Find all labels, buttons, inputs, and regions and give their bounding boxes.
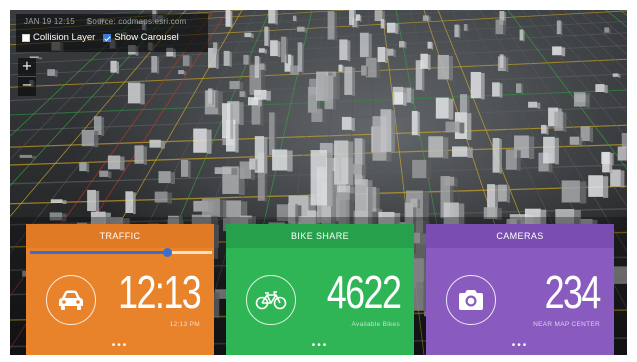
traffic-card[interactable]: TRAFFIC 12:13 12:13 PM ••• bbox=[26, 224, 214, 355]
car-icon bbox=[59, 290, 83, 310]
traffic-time-value: 12:13 bbox=[118, 266, 202, 318]
cameras-card[interactable]: CAMERAS 234 NEAR MAP CENTER ••• bbox=[426, 224, 614, 355]
app-frame: JAN 19 12:15 Source: codmaps.esri.com Col… bbox=[10, 10, 627, 355]
zoom-out-button[interactable]: − bbox=[18, 77, 36, 96]
camera-icon bbox=[459, 290, 483, 310]
available-bikes-value: 4622 bbox=[326, 266, 401, 318]
bicycle-icon bbox=[255, 291, 287, 310]
bike-icon-circle bbox=[246, 275, 296, 325]
info-carousel: TRAFFIC 12:13 12:13 PM ••• BIKE SHARE 46… bbox=[10, 217, 627, 355]
show-carousel-checkbox[interactable] bbox=[103, 33, 112, 42]
collision-layer-label: Collision Layer bbox=[33, 32, 96, 43]
data-source: Source: codmaps.esri.com bbox=[86, 17, 187, 26]
available-bikes-caption: Available Bikes bbox=[351, 321, 400, 328]
bike-share-card[interactable]: BIKE SHARE 4622 Available Bikes ••• bbox=[226, 224, 414, 355]
collision-layer-checkbox[interactable] bbox=[22, 33, 30, 42]
bike-share-card-title: BIKE SHARE bbox=[226, 224, 414, 248]
time-slider[interactable] bbox=[30, 248, 212, 257]
cameras-count-value: 234 bbox=[544, 266, 602, 318]
map-header: JAN 19 12:15 Source: codmaps.esri.com bbox=[24, 17, 186, 26]
camera-icon-circle bbox=[446, 275, 496, 325]
bike-share-more-icon[interactable]: ••• bbox=[226, 341, 414, 351]
show-carousel-toggle[interactable]: Show Carousel bbox=[103, 32, 179, 43]
cameras-card-title: CAMERAS bbox=[426, 224, 614, 248]
cameras-more-icon[interactable]: ••• bbox=[426, 341, 614, 351]
zoom-in-button[interactable]: + bbox=[18, 58, 36, 77]
show-carousel-label: Show Carousel bbox=[114, 32, 179, 43]
traffic-icon-circle bbox=[46, 275, 96, 325]
traffic-card-title: TRAFFIC bbox=[26, 224, 214, 248]
time-slider-fill bbox=[30, 251, 167, 254]
time-slider-handle[interactable] bbox=[162, 248, 172, 257]
map-info-panel: JAN 19 12:15 Source: codmaps.esri.com Col… bbox=[16, 14, 208, 52]
cameras-count-caption: NEAR MAP CENTER bbox=[533, 321, 600, 328]
traffic-time-caption: 12:13 PM bbox=[169, 321, 200, 328]
timestamp: JAN 19 12:15 bbox=[24, 17, 75, 26]
collision-layer-toggle[interactable]: Collision Layer bbox=[22, 32, 95, 43]
layer-toggles: Collision Layer Show Carousel bbox=[22, 32, 187, 43]
zoom-control: + − bbox=[18, 58, 36, 96]
traffic-more-icon[interactable]: ••• bbox=[26, 341, 214, 351]
